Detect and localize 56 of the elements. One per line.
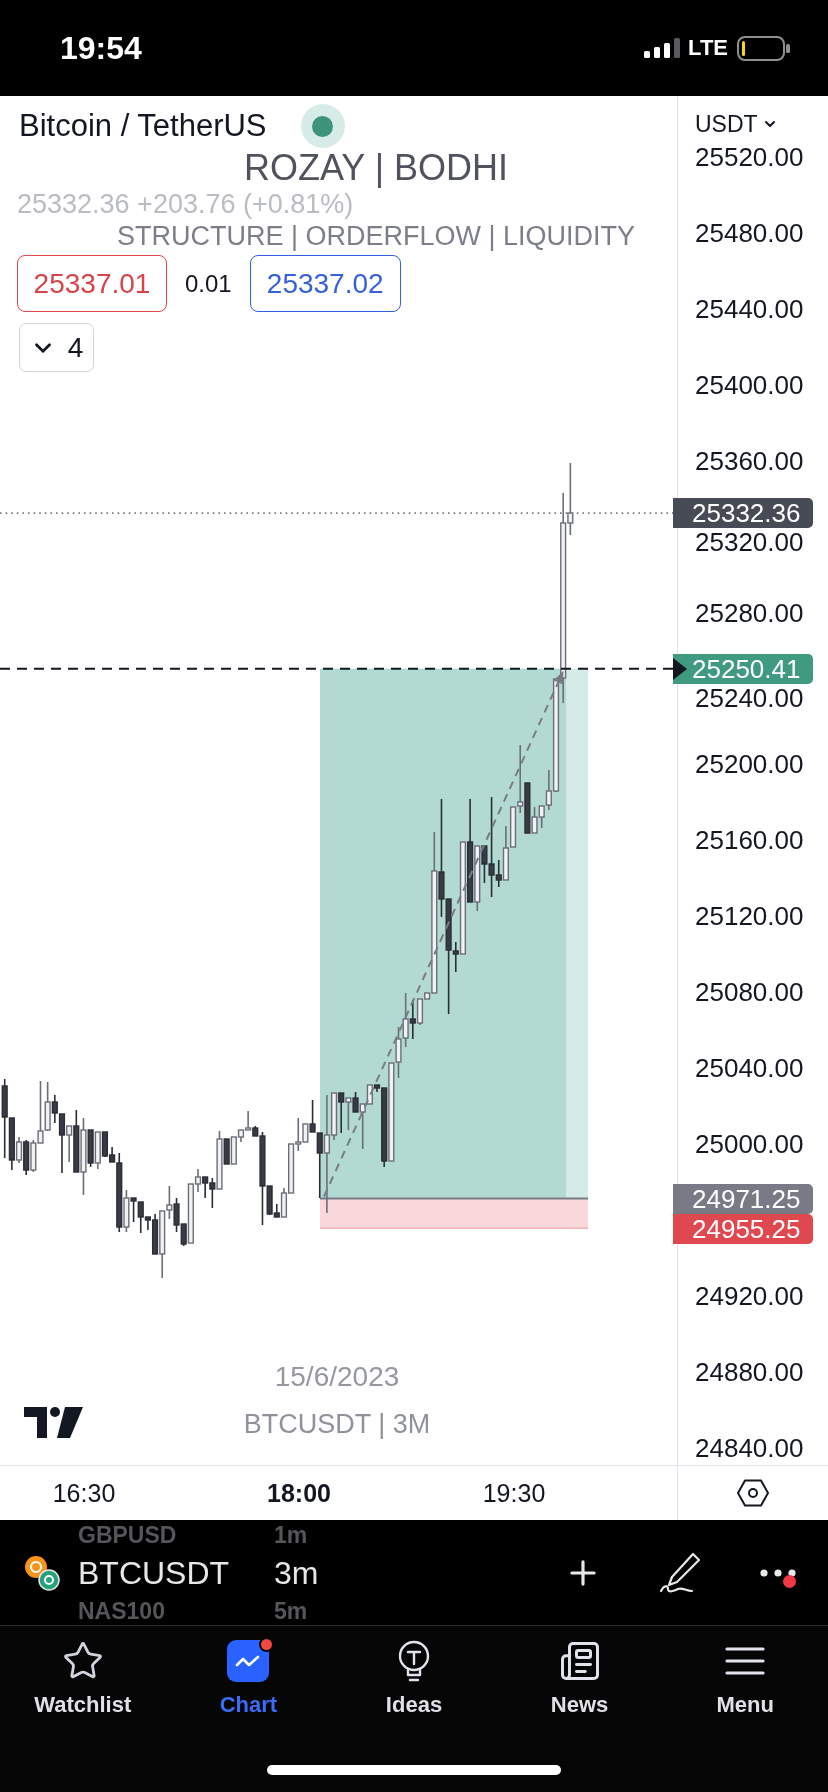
- watermark-title: ROZAY | BODHI: [243, 149, 509, 187]
- coin-pair-icon: [24, 1554, 60, 1591]
- watermark-symbol: BTCUSDT | 3M: [243, 1409, 431, 1439]
- chart-icon: [227, 1640, 270, 1682]
- price-axis-label: 25440.00: [695, 295, 804, 322]
- buy-price-button[interactable]: 25337.02: [249, 255, 401, 312]
- time-axis-label: 16:30: [52, 1478, 116, 1508]
- status-time: 19:54: [60, 30, 142, 66]
- logo-icon: [24, 1407, 83, 1438]
- settings-icon[interactable]: [737, 1479, 769, 1507]
- price-axis-label: 25160.00: [695, 827, 804, 854]
- price-axis-label: 24840.00: [695, 1434, 804, 1461]
- stop-price-tag: 24955.25: [673, 1213, 813, 1244]
- price-axis-label: 25360.00: [695, 447, 804, 474]
- price-change-text: 25332.36 +203.76 (+0.81%): [17, 189, 354, 219]
- price-axis-label: 25400.00: [695, 371, 804, 398]
- price-axis-label: 25480.00: [695, 219, 804, 246]
- price-axis-label: 24880.00: [695, 1358, 804, 1385]
- interval-text[interactable]: 3m: [274, 1554, 319, 1591]
- price-value: 25250.41: [692, 654, 801, 683]
- price-axis-label: 25200.00: [695, 751, 804, 778]
- price-axis-label: 25280.00: [695, 599, 804, 626]
- newspaper-icon: [558, 1640, 601, 1682]
- last-price-tag: 25332.36: [673, 498, 813, 529]
- indicators-toggle-button[interactable]: 4: [19, 323, 94, 372]
- price-axis-label: 25080.00: [695, 979, 804, 1006]
- tab[interactable]: Watchlist: [0, 1626, 166, 1764]
- time-axis-label: 19:30: [482, 1478, 546, 1508]
- watermark-date: 15/6/2023: [274, 1361, 400, 1393]
- more-dots-icon: [760, 1568, 796, 1577]
- currency-button[interactable]: USDT: [695, 111, 778, 137]
- price-axis-label: 25240.00: [695, 684, 804, 711]
- battery-icon: [737, 35, 790, 61]
- price-axis-label: 25320.00: [695, 529, 804, 556]
- marker-triangle-icon: [673, 657, 687, 680]
- tab[interactable]: News: [496, 1626, 663, 1764]
- tab[interactable]: Menu: [662, 1626, 828, 1764]
- pen-icon: [658, 1550, 702, 1595]
- network-label: LTE: [688, 35, 728, 61]
- drawing-tools-button[interactable]: [658, 1550, 702, 1595]
- signal-icon: [644, 38, 681, 58]
- symbol-title: Bitcoin / TetherUS: [19, 108, 267, 144]
- price-axis-label: 25520.00: [695, 144, 804, 170]
- sell-price-button[interactable]: 25337.01: [17, 255, 167, 312]
- menu-icon: [725, 1646, 766, 1676]
- spread-text: 0.01: [185, 269, 232, 298]
- tab[interactable]: Ideas: [331, 1626, 497, 1764]
- entry-price-tag: 24971.25: [673, 1183, 813, 1214]
- price-axis-label: 25000.00: [695, 1130, 804, 1157]
- time-axis-label: 18:00: [267, 1478, 331, 1508]
- price-axis-label: 25040.00: [695, 1055, 804, 1082]
- price-axis-label: 24920.00: [695, 1282, 804, 1309]
- tab[interactable]: Chart: [165, 1626, 332, 1764]
- symbol-text[interactable]: BTCUSDT: [78, 1554, 274, 1591]
- watermark-subtitle: STRUCTURE | ORDERFLOW | LIQUIDITY: [116, 221, 636, 251]
- price-axis-label: 25120.00: [695, 903, 804, 930]
